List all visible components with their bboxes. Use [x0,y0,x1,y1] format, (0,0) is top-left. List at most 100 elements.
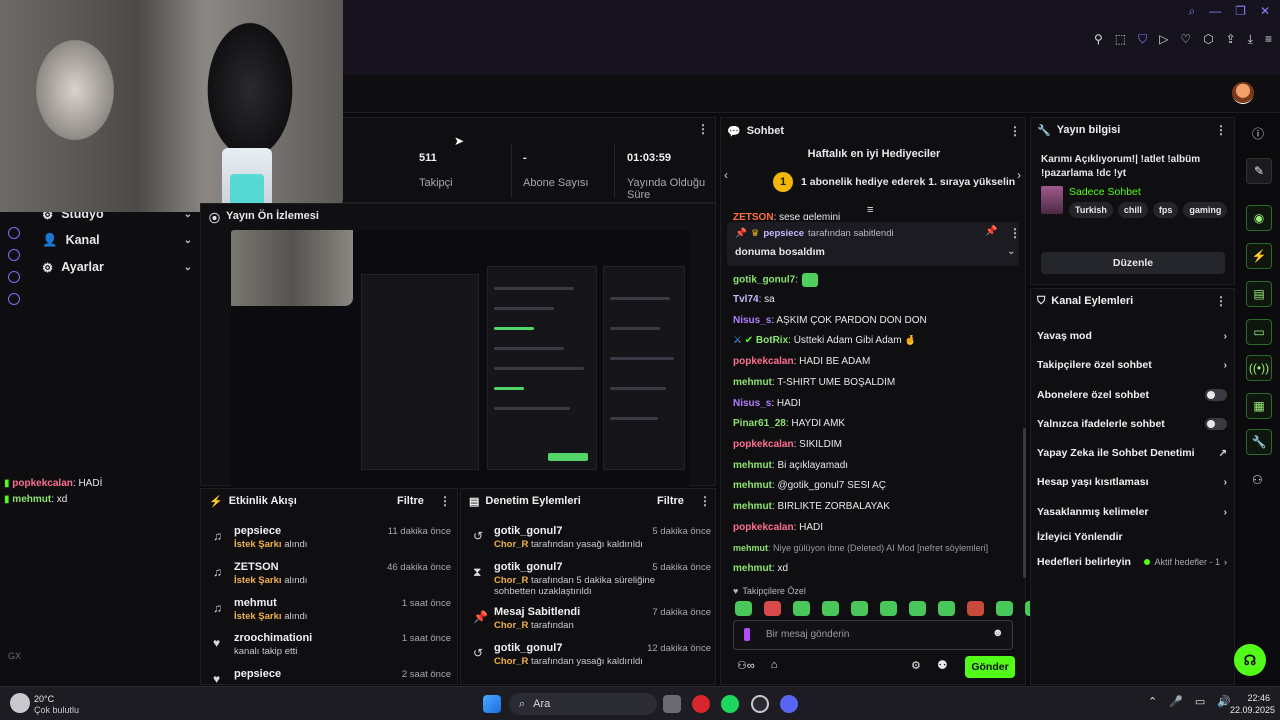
play-icon[interactable]: ▷ [1159,32,1168,47]
broadcast-icon[interactable]: ((•)) [1246,355,1272,381]
chat-bubble-icon[interactable]: ▭ [1246,319,1272,345]
toggle-switch[interactable] [1205,389,1227,401]
unpin-icon[interactable]: 📌 [985,226,997,237]
action-subscribers-only[interactable]: Abonelere özel sohbet [1037,385,1227,405]
emote-icon[interactable] [764,601,781,616]
chat-message[interactable]: mehmut: T-SHIRT UME BOŞALDIM [733,377,1019,388]
chevron-up-icon[interactable]: ⌃ [1148,695,1157,708]
search-icon[interactable]: ⌕ [1188,4,1195,19]
filter-button[interactable]: Filtre [397,495,424,507]
pinned-message[interactable]: 📌 ♛ pepsiece tarafından sabitlendi donum… [727,222,1021,266]
activity-item[interactable]: ♫ mehmut İstek Şarkı alındı 1 saat önce [213,597,451,631]
emote-icon[interactable] [967,601,984,616]
action-slow-mode[interactable]: Yavaş mod › [1037,326,1227,346]
help-button[interactable]: ☊ [1234,644,1266,676]
message-icon[interactable] [8,271,20,283]
gear-icon[interactable]: ⚙ [911,659,921,672]
chat-message[interactable]: mehmut: BİRLİKTE ZORBALAYAK [733,501,1019,512]
more-options-icon[interactable]: ⋮ [697,122,709,136]
stream-category[interactable]: Sadece Sohbet [1069,186,1141,198]
maximize-icon[interactable]: ❐ [1235,4,1246,19]
more-options-icon[interactable]: ⋮ [1009,226,1021,240]
share-icon[interactable]: ⇪ [1226,32,1236,47]
activity-item[interactable]: ♫ pepsiece İstek Şarkı alındı 11 dakika … [213,525,451,559]
clock[interactable]: 22:46 22.09.2025 [1230,693,1275,715]
pencil-icon[interactable]: ✎ [1246,158,1272,184]
minimize-icon[interactable]: — [1209,4,1221,19]
action-host-viewers[interactable]: İzleyici Yönlendir [1037,527,1227,547]
users-icon[interactable]: ⚇∞ [737,659,755,672]
chat-message[interactable]: popkekcalan: SİKİLDİM [733,439,1019,450]
bot-icon[interactable]: ⚉ [937,658,948,672]
activity-item[interactable]: ♥ pepsiece 2 saat önce [213,668,451,686]
document-icon[interactable]: ▤ [1246,281,1272,307]
chat-message[interactable]: popkekcalan: HADİ [733,522,1019,533]
tag[interactable]: gaming [1183,202,1228,218]
chat-icon[interactable] [8,249,20,261]
close-icon[interactable]: ✕ [1260,4,1270,19]
chat-message[interactable]: mehmut: Bi açıklayamadı [733,460,1019,471]
download-icon[interactable]: ⤓ [1248,32,1253,47]
clock-icon[interactable] [8,227,20,239]
activity-item[interactable]: ♥ zroochimationi kanalı takip etti 1 saa… [213,632,451,666]
chevron-left-icon[interactable]: ‹ [724,168,728,182]
tag[interactable]: chill [1117,202,1148,218]
moderation-item[interactable]: ↺ gotik_gonul7 Chor_R tarafından yasağı … [473,525,711,559]
action-banned-words[interactable]: Yasaklanmış kelimeler › [1037,502,1227,522]
start-menu-icon[interactable] [483,695,501,713]
send-button[interactable]: Gönder [965,656,1015,678]
opera-gx-icon[interactable] [692,695,710,713]
activity-item[interactable]: ♫ ZETSON İstek Şarkı alındı 46 dakika ön… [213,561,451,595]
tag[interactable]: fps [1152,202,1179,218]
cube-icon[interactable]: ⬡ [1203,32,1213,47]
app-icon[interactable] [751,695,769,713]
action-emotes-only[interactable]: Yalnızca ifadelerle sohbet [1037,414,1227,434]
layout-icon[interactable]: ▦ [1246,393,1272,419]
more-options-icon[interactable]: ⋮ [1215,294,1227,308]
nav-item-channel[interactable]: 👤 Kanal ⌄ [42,230,192,250]
more-options-icon[interactable]: ⋮ [699,494,711,508]
nav-item-settings[interactable]: ⚙ Ayarlar ⌄ [42,257,192,277]
chat-message[interactable]: Nisus_s: HADİ [733,398,1019,409]
microphone-icon[interactable]: 🎤 [1169,695,1183,708]
emote-icon[interactable] [938,601,955,616]
avatar[interactable] [1232,82,1254,104]
more-options-icon[interactable]: ⋮ [439,494,451,508]
toggle-switch[interactable] [1205,418,1227,430]
emote-icon[interactable] [822,601,839,616]
microphone-icon[interactable] [744,628,750,641]
action-followers-only[interactable]: Takipçilere özel sohbet › [1037,355,1227,375]
chat-message[interactable]: gotik_gonul7: [733,273,1019,287]
wrench-icon[interactable]: 🔧 [1246,429,1272,455]
edit-button[interactable]: Düzenle [1041,252,1225,274]
stream-preview-video[interactable] [231,230,689,487]
moderation-item[interactable]: ↺ gotik_gonul7 Chor_R tarafından yasağı … [473,642,711,676]
chat-scrollbar[interactable] [1023,428,1026,578]
more-options-icon[interactable]: ⋮ [1009,124,1021,138]
moderation-item[interactable]: 📌 Mesaj Sabitlendi Chor_R tarafından 7 d… [473,606,711,640]
emote-icon[interactable] [909,601,926,616]
action-ai-moderation[interactable]: Yapay Zeka ile Sohbet Denetimi ↗ [1037,443,1227,463]
chat-input[interactable]: Bir mesaj gönderin ☻ [733,620,1013,650]
store-icon[interactable]: ⌂ [771,659,778,672]
emote-icon[interactable] [793,601,810,616]
tag[interactable]: Turkish [1069,202,1113,218]
info-icon[interactable]: ⓘ [1252,125,1264,142]
chat-message[interactable]: mehmut: @gotik_gonul7 SESİ AÇ [733,480,1019,491]
action-set-goals[interactable]: Hedefleri belirleyin Aktif hedefler - 1 › [1037,552,1227,572]
chat-message[interactable]: mehmut: xd [733,563,1019,574]
filter-button[interactable]: Filtre [657,495,684,507]
lightning-icon[interactable]: ⚡ [1246,243,1272,269]
moderation-item[interactable]: ⧗ gotik_gonul7 Chor_R tarafından 5 dakik… [473,561,711,601]
emote-icon[interactable] [880,601,897,616]
heart-icon[interactable]: ♡ [1180,32,1191,47]
display-icon[interactable]: ▭ [1195,695,1205,708]
weather-icon[interactable] [10,693,30,713]
spotify-icon[interactable] [721,695,739,713]
chat-message[interactable]: Pinar61_28: HAYDİ AMK [733,418,1019,429]
chevron-right-icon[interactable]: › [1017,168,1021,182]
emoji-icon[interactable]: ☻ [992,627,1004,639]
action-account-age[interactable]: Hesap yaşı kısıtlaması › [1037,472,1227,492]
settings-icon[interactable] [8,293,20,305]
volume-icon[interactable]: 🔊 [1217,695,1231,708]
